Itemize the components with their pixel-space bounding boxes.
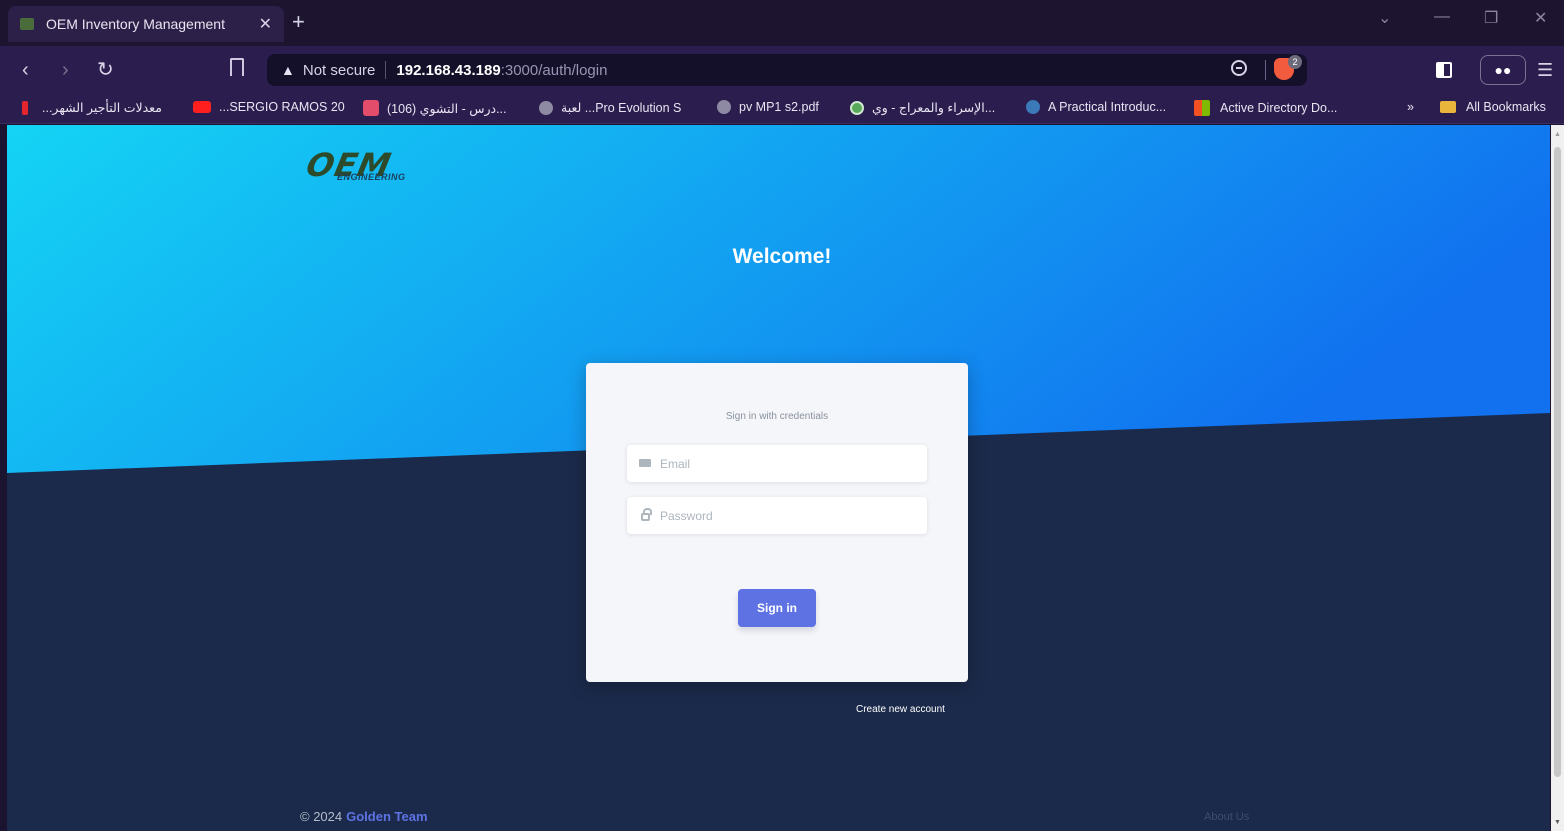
team-link[interactable]: Golden Team [346, 809, 427, 824]
shields-count-badge: 2 [1288, 55, 1302, 69]
microsoft-icon [1194, 100, 1210, 116]
scroll-up-icon[interactable]: ▲ [1554, 131, 1561, 138]
forward-icon[interactable]: › [62, 58, 69, 82]
bookmark-item[interactable]: ...SERGIO RAMOS 20 [193, 100, 345, 114]
zoom-out-icon[interactable] [1231, 60, 1247, 76]
email-field[interactable] [627, 445, 927, 482]
tab-oem-inventory[interactable]: OEM Inventory Management ✕ [8, 6, 284, 42]
window-close-icon[interactable]: ✕ [1534, 8, 1547, 28]
bookmark-item[interactable]: الإسراء والمعراج - وي... [850, 100, 995, 115]
oem-logo: OEM ENGINEERING [302, 146, 406, 184]
create-account-link[interactable]: Create new account [856, 704, 945, 715]
site-green-icon [850, 100, 864, 115]
envelope-icon [639, 458, 651, 470]
address-bar[interactable]: ▲ Not secure 192.168.43.189:3000/auth/lo… [267, 54, 1307, 86]
bookmark-item[interactable]: ...معدلات التأجير الشهر [22, 100, 162, 115]
email-input[interactable] [660, 456, 910, 471]
private-glasses-icon[interactable]: ●● [1480, 55, 1526, 85]
login-subtitle: Sign in with credentials [725, 411, 829, 422]
bookmark-l-icon [22, 100, 28, 115]
bookmark-item[interactable]: (106) درس - التشوي... [363, 100, 507, 116]
scroll-down-icon[interactable]: ▼ [1554, 819, 1561, 826]
folder-icon [1440, 101, 1456, 113]
footer-copyright: © 2024 Golden Team [300, 809, 428, 824]
minimize-icon[interactable]: — [1434, 8, 1450, 26]
scroll-thumb[interactable] [1554, 147, 1561, 777]
page-scrollbar[interactable]: ▲ ▼ [1551, 125, 1564, 831]
not-secure-label: Not secure [302, 61, 376, 79]
python-icon [1026, 100, 1040, 114]
back-icon[interactable]: ‹ [22, 58, 29, 82]
bookmark-item[interactable]: A Practical Introduc... [1026, 100, 1166, 114]
site-favicon-icon [20, 18, 34, 30]
restore-icon[interactable]: ❐ [1484, 8, 1498, 28]
all-bookmarks-button[interactable]: All Bookmarks [1440, 100, 1546, 114]
bookmark-item[interactable]: لعبة ...Pro Evolution S [539, 100, 681, 115]
url-path: :3000/auth/login [500, 61, 608, 79]
globe-icon [539, 100, 553, 115]
bookmarks-bar: ...معدلات التأجير الشهر ...SERGIO RAMOS … [0, 94, 1564, 124]
bookmark-app-icon [363, 100, 379, 116]
address-separator-2 [1265, 60, 1266, 80]
tab-title: OEM Inventory Management [46, 16, 225, 32]
tab-close-icon[interactable]: ✕ [259, 14, 272, 34]
tab-search-chevron-icon[interactable]: ⌄ [1378, 8, 1391, 28]
password-input[interactable] [660, 508, 910, 523]
bookmark-item[interactable]: pv MP1 s2.pdf [717, 100, 819, 114]
bookmark-item[interactable]: Active Directory Do... [1194, 100, 1337, 116]
warning-icon: ▲ [281, 62, 295, 78]
sign-in-button[interactable]: Sign in [738, 589, 816, 627]
tab-bar: OEM Inventory Management ✕ + ⌄ — ❐ ✕ [0, 0, 1564, 46]
reload-icon[interactable]: ↻ [97, 58, 114, 82]
about-us-link[interactable]: About Us [1204, 811, 1249, 823]
bookmarks-overflow-button[interactable]: » [1407, 100, 1414, 114]
password-field[interactable] [627, 497, 927, 534]
menu-icon[interactable]: ☰ [1537, 60, 1553, 81]
page-title: Welcome! [732, 245, 832, 268]
lock-icon [639, 507, 652, 522]
login-card: Sign in with credentials Sign in [586, 363, 968, 682]
bookmark-page-icon[interactable] [230, 58, 244, 76]
globe-icon [717, 100, 731, 114]
youtube-icon [193, 101, 211, 113]
new-tab-button[interactable]: + [292, 10, 305, 34]
sidebar-toggle-icon[interactable] [1436, 62, 1452, 78]
address-separator [385, 61, 387, 79]
url-host: 192.168.43.189 [396, 61, 501, 79]
